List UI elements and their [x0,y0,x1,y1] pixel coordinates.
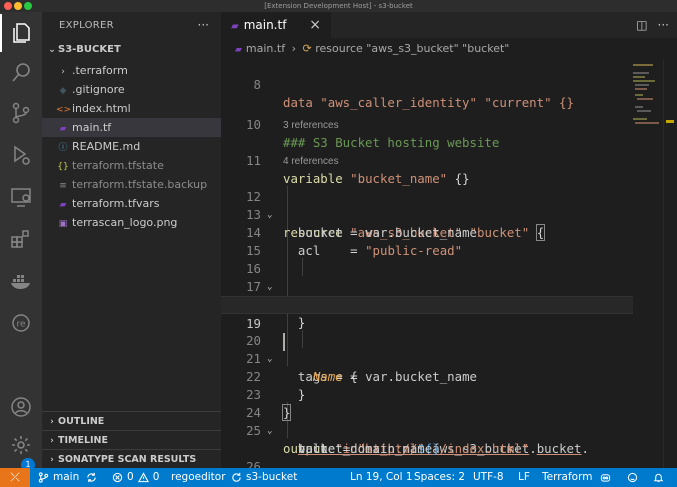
image-icon: ▣ [58,219,68,229]
title-bar: [Extension Development Host] - s3-bucket [0,0,677,12]
folder-s3-bucket[interactable]: ⌄ S3-BUCKET [42,40,221,59]
copilot-icon[interactable] [600,468,611,487]
terraform-icon: ▰ [235,45,242,55]
code-line: 13 bucket = var.bucket_name [246,207,478,240]
breadcrumb-separator: › [291,42,296,55]
remote-explorer-icon[interactable] [0,178,42,216]
codelens-references[interactable]: 3 references [283,118,339,134]
code-line: 21 Name = var.bucket_name [246,351,478,384]
warning-icon [137,472,149,483]
window-title: [Extension Development Host] - s3-bucket [264,2,413,10]
ellipsis-icon[interactable]: ··· [198,12,209,40]
extensions-icon[interactable] [0,220,42,258]
section-timeline[interactable]: › TIMELINE [42,430,221,449]
file-tfstate[interactable]: {} terraform.tfstate [42,156,221,175]
notifications-bell-icon[interactable] [653,468,664,487]
breadcrumb: ▰ main.tf › ⟳ resource "aws_s3_bucket" "b… [221,38,677,60]
file-tfstate-backup[interactable]: ≡ terraform.tfstate.backup [42,175,221,194]
feedback-icon[interactable] [627,468,638,487]
file-readme[interactable]: ⓘ README.md [42,137,221,156]
account-icon[interactable] [0,388,42,426]
code-line: 26 } [246,459,261,468]
file-tfvars[interactable]: ▰ terraform.tfvars [42,194,221,213]
code-line: 10 ### S3 Bucket hosting website [246,117,500,150]
breadcrumb-symbol[interactable]: resource "aws_s3_bucket" "bucket" [315,42,509,55]
close-icon[interactable]: × [309,12,321,38]
terraform-icon: ▰ [231,21,239,32]
sync-icon[interactable] [86,468,97,487]
indentation[interactable]: Spaces: 2 [414,468,465,487]
status-bar: ⤫ main 0 0 regoeditor s3-bucket Ln 19, C… [0,468,677,487]
explorer-header: EXPLORER [59,20,114,31]
git-branch-icon [38,472,49,483]
symbol-icon: ⟳ [302,42,312,55]
chevron-down-icon: ⌄ [48,45,56,55]
source-control-icon[interactable] [0,94,42,132]
code-line: 17 index_document = "index.html" [221,260,633,312]
folder-label: S3-BUCKET [58,44,121,55]
code-line: 11 variable "bucket_name" {} [246,153,470,186]
problems-indicator[interactable]: 0 0 [112,468,159,487]
section-outline[interactable]: › OUTLINE [42,411,221,430]
code-line: 24 ⌄ output "index_html" { [246,405,440,456]
rego-icon[interactable]: re [0,304,42,342]
codelens-references[interactable]: 4 references [283,154,339,170]
cursor-position[interactable]: Ln 19, Col 1 [350,468,413,487]
code-line: 27 [221,458,633,468]
code-line: 12 ⌄ resource "aws_s3_bucket" "bucket" { [246,189,546,241]
svg-text:re: re [17,320,27,330]
activity-bar: re 1 [0,12,42,472]
scrollbar-marker [666,120,674,123]
scrollbar[interactable] [663,60,677,468]
code-line: 22 } [246,369,306,402]
editor-area: ▰ main.tf × ◫ ··· ▰ main.tf › ⟳ resource "a… [221,12,677,468]
project-indicator[interactable]: s3-bucket [231,468,297,487]
current-line: 19 [221,296,633,351]
regoeditor-indicator[interactable]: regoeditor [171,468,226,487]
tab-bar: ▰ main.tf × ◫ ··· [221,12,677,38]
code-view[interactable]: 8 data "aws_caller_identity" "current" {… [221,60,677,468]
minimap[interactable] [631,60,659,140]
breadcrumb-file[interactable]: main.tf [246,42,285,55]
explorer-sidebar: EXPLORER ··· ⌄ S3-BUCKET › .terraform ◆ .gi… [42,12,221,468]
error-icon [112,472,123,483]
branch-indicator[interactable]: main [38,468,79,487]
language-mode[interactable]: Terraform [542,468,592,487]
code-line: 16 ⌄ website { [221,242,633,312]
code-line: 18 } [221,278,633,330]
file-gitignore[interactable]: ◆ .gitignore [42,80,221,99]
file-terrascan-logo[interactable]: ▣ terrascan_logo.png [42,213,221,232]
tab-main-tf[interactable]: ▰ main.tf × [221,12,331,38]
docker-icon[interactable] [0,262,42,300]
remote-icon[interactable]: ⤫ [0,468,30,487]
code-line: 23 } [246,387,292,421]
section-sonatype[interactable]: › SONATYPE SCAN RESULTS [42,449,221,468]
file-index-html[interactable]: <>index.html [42,99,221,118]
file-main-tf[interactable]: ▰ main.tf [42,118,221,137]
ellipsis-icon[interactable]: ··· [658,18,669,32]
split-editor-icon[interactable]: ◫ [636,18,647,32]
search-icon[interactable] [0,54,42,92]
settings-gear-icon[interactable] [0,426,42,464]
run-debug-icon[interactable] [0,136,42,174]
file-terraform-folder[interactable]: › .terraform [42,61,221,80]
end-of-line[interactable]: LF [518,468,530,487]
code-line: 15 [246,243,261,258]
code-line: 25 value = "http://${aws_s3_bucket.bucke… [246,423,589,456]
refresh-icon [232,472,241,482]
code-line: 14 acl = "public-read" [246,225,463,258]
code-line: 20 ⌄ tags = { [246,333,358,384]
code-line: 8 data "aws_caller_identity" "current" {… [253,77,574,110]
code-line-wrap: bucket_domain_name}/index.html" [221,422,633,456]
explorer-icon[interactable] [0,14,42,52]
encoding[interactable]: UTF-8 [473,468,504,487]
